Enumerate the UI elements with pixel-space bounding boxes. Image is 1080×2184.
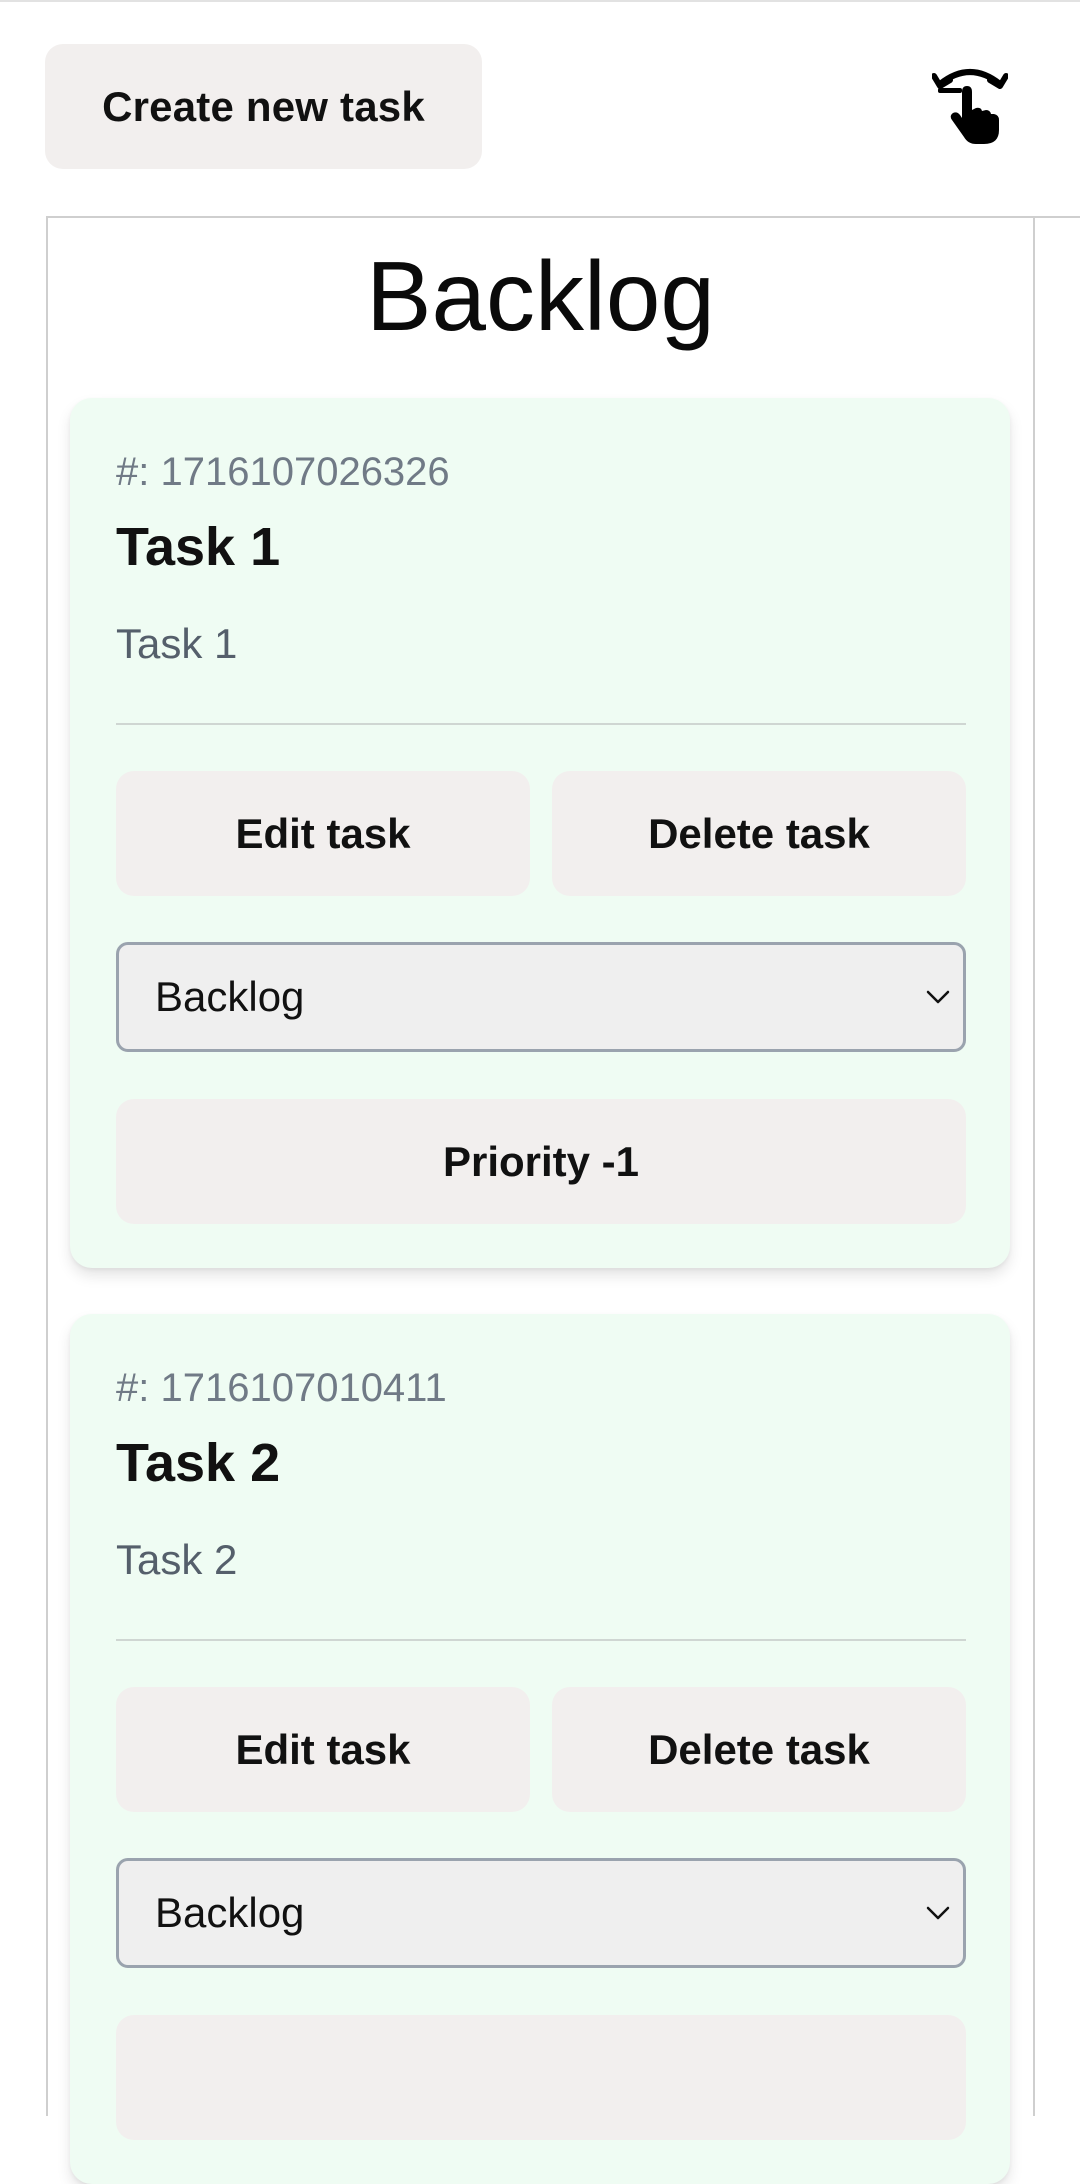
status-select[interactable]: Backlog xyxy=(116,942,966,1052)
header: Create new task xyxy=(0,0,1080,215)
priority-button[interactable] xyxy=(116,2015,966,2140)
edit-task-button[interactable]: Edit task xyxy=(116,1687,530,1812)
chevron-down-icon xyxy=(926,1906,950,1920)
status-select-value: Backlog xyxy=(155,1889,305,1936)
task-id: #: 1716107026326 xyxy=(116,450,450,494)
edit-task-button[interactable]: Edit task xyxy=(116,771,530,896)
task-id: #: 1716107010411 xyxy=(116,1366,447,1410)
task-description: Task 2 xyxy=(116,1536,238,1583)
delete-task-button[interactable]: Delete task xyxy=(552,771,966,896)
task-description: Task 1 xyxy=(116,620,238,667)
column-divider xyxy=(1035,216,1080,218)
status-select[interactable]: Backlog xyxy=(116,1858,966,1968)
status-select-value: Backlog xyxy=(155,973,305,1020)
card-divider xyxy=(116,1639,966,1641)
chevron-down-icon xyxy=(926,990,950,1004)
priority-button[interactable]: Priority -1 xyxy=(116,1099,966,1224)
task-card[interactable]: #: 1716107026326 Task 1 Task 1 Edit task… xyxy=(70,398,1010,1268)
task-title: Task 1 xyxy=(116,517,281,577)
backlog-column: Backlog #: 1716107026326 Task 1 Task 1 E… xyxy=(46,216,1035,2184)
delete-task-button[interactable]: Delete task xyxy=(552,1687,966,1812)
column-title: Backlog xyxy=(366,241,715,351)
task-card[interactable]: #: 1716107010411 Task 2 Task 2 Edit task… xyxy=(70,1314,1010,2184)
create-new-task-button[interactable]: Create new task xyxy=(45,44,482,169)
task-title: Task 2 xyxy=(116,1433,281,1493)
swipe-hand-icon[interactable] xyxy=(931,62,1009,146)
card-divider xyxy=(116,723,966,725)
